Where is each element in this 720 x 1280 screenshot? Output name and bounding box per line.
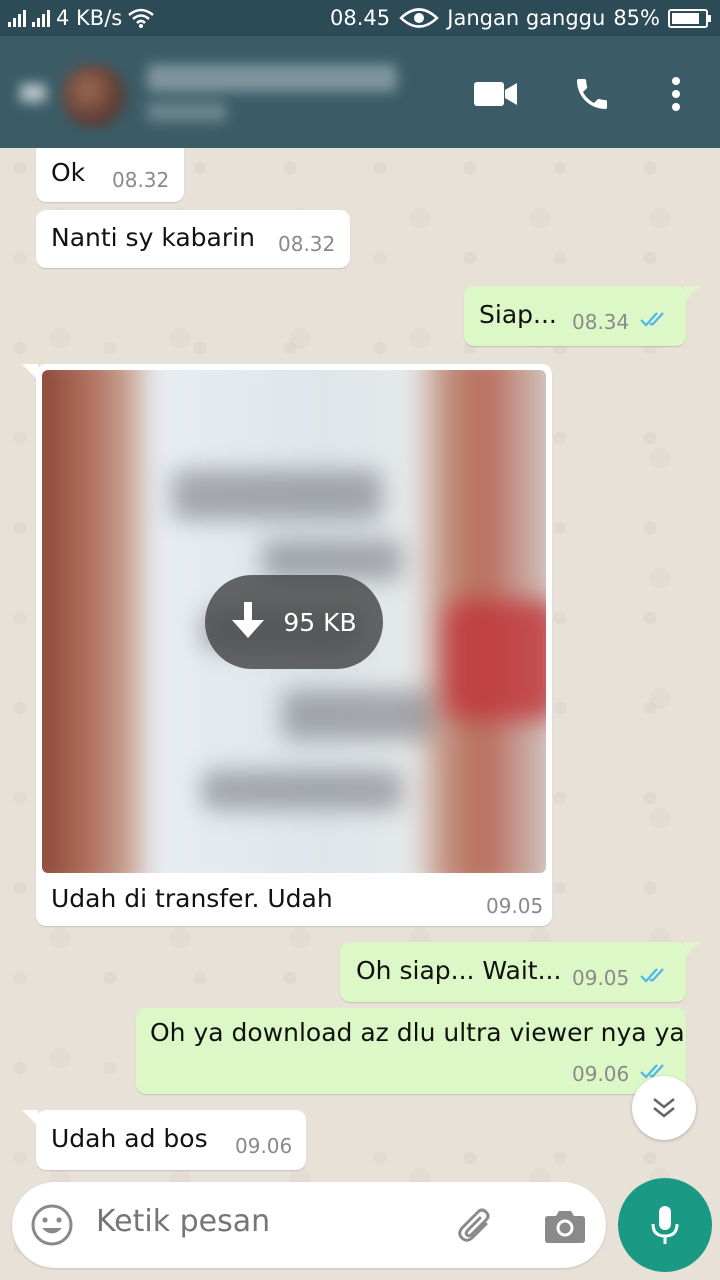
download-button[interactable]: 95 KB	[205, 575, 383, 669]
message-composer	[12, 1182, 606, 1268]
message-outgoing[interactable]: Siap... 08.34	[464, 286, 700, 346]
message-time: 09.06	[235, 1134, 293, 1158]
message-time: 09.05	[572, 966, 630, 990]
emoji-icon[interactable]	[30, 1203, 74, 1247]
message-time: 08.34	[572, 310, 630, 334]
chat-header	[0, 36, 720, 148]
scroll-to-bottom-button[interactable]	[632, 1076, 696, 1140]
avatar[interactable]	[62, 64, 126, 128]
message-text: Oh siap... Wait...	[356, 956, 562, 985]
message-time: 09.06	[572, 1062, 630, 1086]
message-text: Nanti sy kabarin	[51, 223, 255, 252]
double-chevron-down-icon	[653, 1097, 675, 1118]
message-text: Siap...	[479, 300, 557, 329]
message-incoming[interactable]: Nanti sy kabarin 08.32	[36, 210, 350, 268]
read-ticks-icon	[640, 312, 664, 327]
battery-percent: 85%	[613, 6, 660, 30]
camera-icon[interactable]	[544, 1208, 586, 1244]
clock: 08.45	[330, 6, 391, 30]
voice-call-button[interactable]	[570, 72, 614, 116]
contact-status	[147, 102, 227, 122]
message-time: 08.32	[112, 168, 170, 192]
download-size: 95 KB	[283, 607, 357, 637]
message-time: 08.32	[278, 232, 336, 256]
message-incoming[interactable]: Udah ad bos 09.06	[22, 1110, 306, 1170]
message-incoming[interactable]: Ok 08.32	[36, 148, 184, 202]
contact-info[interactable]	[12, 54, 432, 134]
attach-icon[interactable]	[456, 1204, 496, 1248]
message-text: Ok	[51, 158, 86, 187]
voice-record-button[interactable]	[618, 1178, 712, 1272]
signal-2-icon	[32, 9, 50, 27]
contact-name	[147, 64, 397, 92]
battery-icon	[668, 8, 711, 28]
dnd-label: Jangan ganggu	[447, 6, 606, 30]
video-call-button[interactable]	[474, 72, 518, 116]
network-speed: 4 KB/s	[56, 6, 123, 30]
download-arrow-icon	[232, 602, 265, 638]
microphone-icon	[651, 1206, 679, 1244]
message-outgoing[interactable]: Oh siap... Wait... 09.05	[340, 942, 700, 1002]
menu-button[interactable]	[654, 72, 698, 116]
video-call-icon	[474, 82, 517, 106]
image-caption: Udah di transfer. Udah	[51, 884, 333, 913]
more-vert-icon	[672, 77, 680, 111]
phone-icon	[577, 79, 607, 109]
message-text: Udah ad bos	[51, 1124, 208, 1153]
read-ticks-icon	[640, 968, 664, 983]
message-input[interactable]	[96, 1204, 436, 1239]
message-outgoing[interactable]: Oh ya download az dlu ultra viewer nya y…	[136, 1008, 686, 1094]
message-text: Oh ya download az dlu ultra viewer nya y…	[150, 1018, 685, 1047]
eye-icon	[399, 8, 440, 28]
back-arrow-icon[interactable]	[20, 84, 46, 102]
signal-1-icon	[8, 9, 26, 27]
status-bar: 4 KB/s 08.45 Jangan ganggu 85%	[0, 0, 720, 36]
wifi-icon	[128, 8, 155, 28]
message-time: 09.05	[486, 894, 544, 918]
